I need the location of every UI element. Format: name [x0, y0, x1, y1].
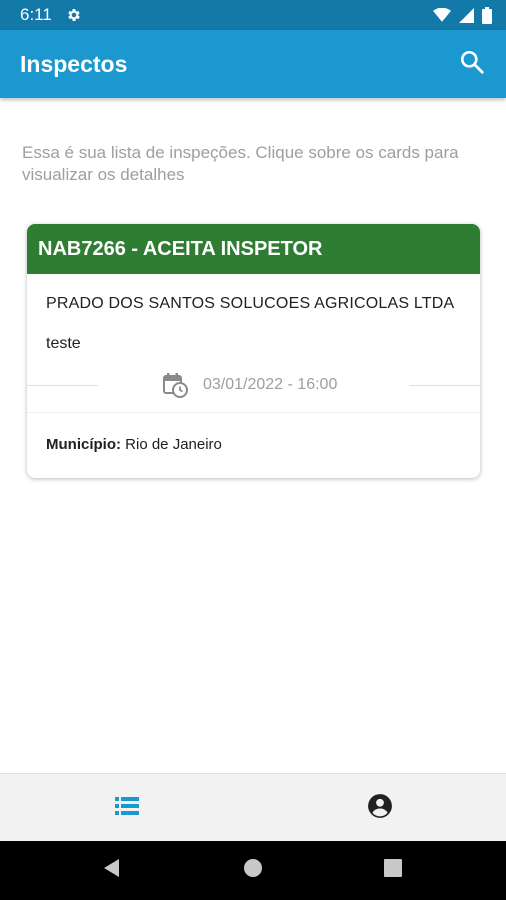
- inspection-card[interactable]: NAB7266 - ACEITA INSPETOR PRADO DOS SANT…: [27, 224, 480, 478]
- screen: 6:11 Inspectos Essa é sua lista de inspe…: [0, 0, 506, 900]
- status-bar: 6:11: [0, 0, 506, 30]
- card-datetime: 03/01/2022 - 16:00: [203, 376, 338, 393]
- city-value: Rio de Janeiro: [121, 436, 222, 453]
- home-icon: [243, 858, 263, 883]
- back-icon: [102, 858, 122, 883]
- calendar-clock-icon: [162, 372, 188, 403]
- card-city: Município: Rio de Janeiro: [46, 436, 222, 453]
- settings-gear-icon: [66, 7, 82, 23]
- tab-inspections-list[interactable]: [0, 774, 253, 842]
- recents-icon: [384, 859, 402, 882]
- back-button[interactable]: [72, 841, 152, 900]
- city-label: Município:: [46, 436, 121, 453]
- app-bar: Inspectos: [0, 30, 506, 98]
- recents-button[interactable]: [353, 841, 433, 900]
- account-circle-icon: [367, 793, 393, 824]
- status-time: 6:11: [20, 5, 52, 24]
- card-description: teste: [46, 335, 81, 352]
- intro-text: Essa é sua lista de inspeções. Clique so…: [22, 143, 459, 184]
- cell-signal-icon: [459, 7, 474, 23]
- system-navigation-bar: [0, 841, 506, 900]
- wifi-icon: [433, 8, 451, 22]
- card-company: PRADO DOS SANTOS SOLUCOES AGRICOLAS LTDA: [46, 295, 455, 312]
- bottom-nav: [0, 773, 506, 841]
- divider: [409, 385, 480, 386]
- search-button[interactable]: [456, 48, 488, 80]
- search-icon: [459, 49, 485, 80]
- list-icon: [114, 796, 139, 821]
- tab-profile[interactable]: [253, 774, 506, 842]
- battery-icon: [482, 6, 492, 24]
- home-button[interactable]: [213, 841, 293, 900]
- divider: [27, 385, 98, 386]
- card-header: NAB7266 - ACEITA INSPETOR: [27, 224, 480, 274]
- card-date-row: 03/01/2022 - 16:00: [27, 370, 480, 400]
- divider: [27, 412, 480, 413]
- app-title: Inspectos: [20, 50, 128, 77]
